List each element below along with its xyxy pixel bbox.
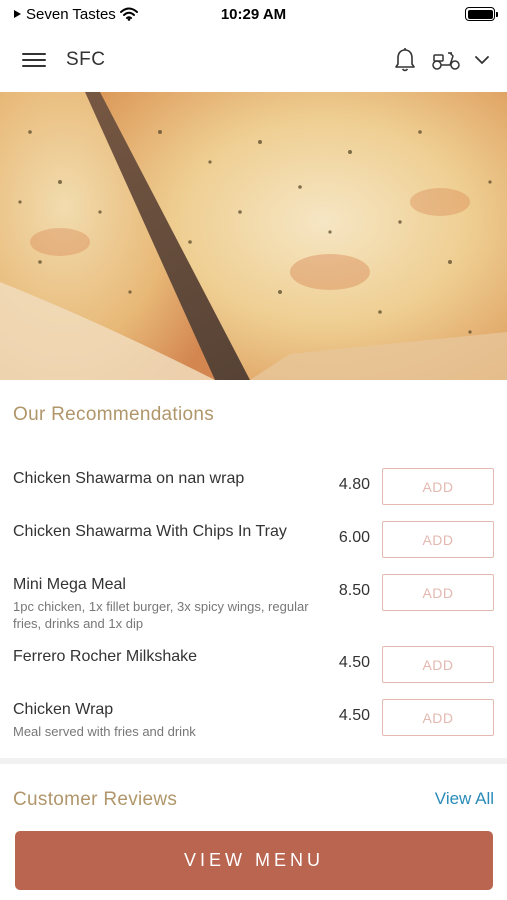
recommendations-title: Our Recommendations (13, 404, 215, 425)
carrier-name: Seven Tastes (26, 5, 116, 23)
status-bar: Seven Tastes 10:29 AM (0, 0, 507, 28)
signal-icon (14, 10, 21, 18)
item-price: 4.50 (338, 654, 370, 671)
add-button[interactable]: ADD (382, 468, 494, 505)
scooter-icon[interactable] (431, 49, 461, 71)
pizza-photo (0, 92, 507, 380)
view-all-link[interactable]: View All (435, 789, 494, 809)
item-description: 1pc chicken, 1x fillet burger, 3x spicy … (13, 599, 309, 631)
hero-image (0, 92, 507, 380)
add-button[interactable]: ADD (382, 574, 494, 611)
battery-icon (465, 7, 498, 21)
item-description: Meal served with fries and drink (13, 724, 196, 739)
item-price: 4.80 (338, 476, 370, 493)
page-title: SFC (66, 49, 106, 70)
item-name: Mini Mega Meal (13, 576, 126, 593)
item-name: Ferrero Rocher Milkshake (13, 648, 198, 665)
app-header: SFC (0, 28, 507, 92)
header-actions (393, 47, 489, 73)
add-button[interactable]: ADD (382, 699, 494, 736)
item-name: Chicken Shawarma on nan wrap (13, 470, 245, 487)
add-button[interactable]: ADD (382, 646, 494, 683)
section-divider (0, 758, 507, 764)
add-button[interactable]: ADD (382, 521, 494, 558)
wifi-icon (119, 7, 138, 21)
item-price: 6.00 (338, 529, 370, 546)
hamburger-menu-icon[interactable] (22, 50, 46, 70)
item-name: Chicken Shawarma With Chips In Tray (13, 523, 287, 540)
bell-icon[interactable] (393, 47, 417, 73)
reviews-title: Customer Reviews (13, 789, 178, 810)
item-price: 4.50 (338, 707, 370, 724)
chevron-down-icon[interactable] (475, 55, 489, 65)
status-left: Seven Tastes (12, 6, 138, 23)
item-price: 8.50 (338, 582, 370, 599)
item-name: Chicken Wrap (13, 701, 114, 718)
view-menu-button[interactable]: VIEW MENU (15, 831, 493, 890)
